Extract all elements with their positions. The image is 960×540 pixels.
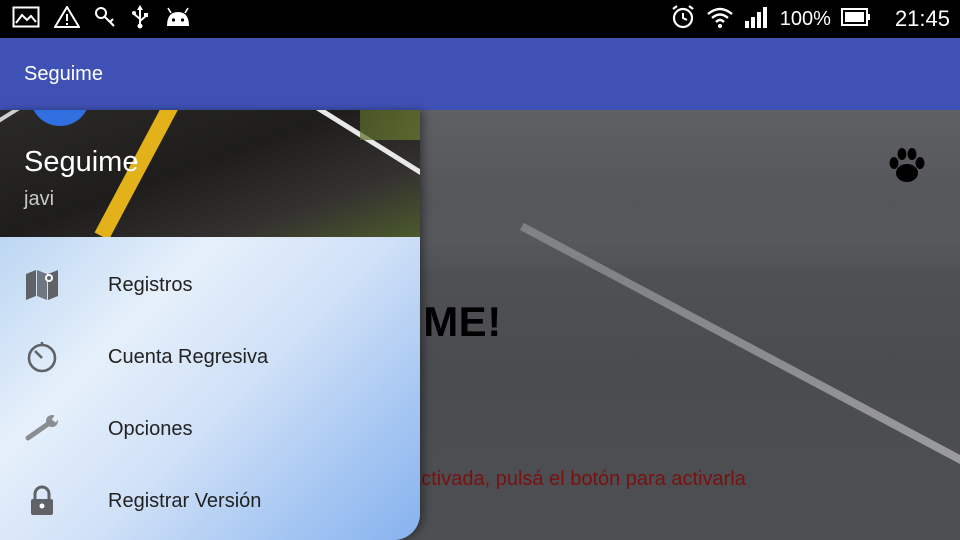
menu-item-cuenta-regresiva[interactable]: Cuenta Regresiva [0,321,420,393]
app-title: Seguime [24,62,103,85]
signal-icon [744,6,770,32]
paw-icon[interactable] [886,146,928,190]
navigation-drawer: Seguime javi Registros Cuenta Regresiva … [0,110,420,540]
image-icon [12,6,40,32]
battery-icon [840,8,871,30]
lock-icon [22,481,62,521]
wrench-icon [22,409,62,449]
drawer-menu: Registros Cuenta Regresiva Opciones Regi… [0,237,420,540]
battery-percent: 100% [779,7,831,30]
map-icon [22,265,62,305]
wifi-icon [706,6,734,32]
menu-item-opciones[interactable]: Opciones [0,393,420,465]
app-bar: Seguime [0,38,960,110]
clock-time: 21:45 [894,6,950,31]
drawer-header: Seguime javi [0,110,420,237]
drawer-header-subtitle: javi [24,188,55,210]
android-icon [164,6,192,32]
menu-item-label: Registros [108,273,193,296]
menu-item-label: Opciones [108,417,193,440]
usb-icon [130,5,150,33]
header-road-edge-line [0,110,28,138]
status-bar-notifications [0,5,192,33]
avatar[interactable] [30,110,90,126]
status-bar: 100% 21:45 [0,0,960,38]
timer-icon [22,337,62,377]
warning-icon [53,5,81,32]
key-icon [94,6,116,32]
menu-item-label: Registrar Versión [108,489,262,512]
menu-item-registros[interactable]: Registros [0,249,420,321]
drawer-header-title: Seguime [24,146,139,178]
status-bar-system: 100% 21:45 [670,4,960,34]
menu-item-registrar-version[interactable]: Registrar Versión [0,465,420,537]
header-grass [360,110,420,140]
alarm-icon [670,4,696,34]
menu-item-label: Cuenta Regresiva [108,345,269,368]
